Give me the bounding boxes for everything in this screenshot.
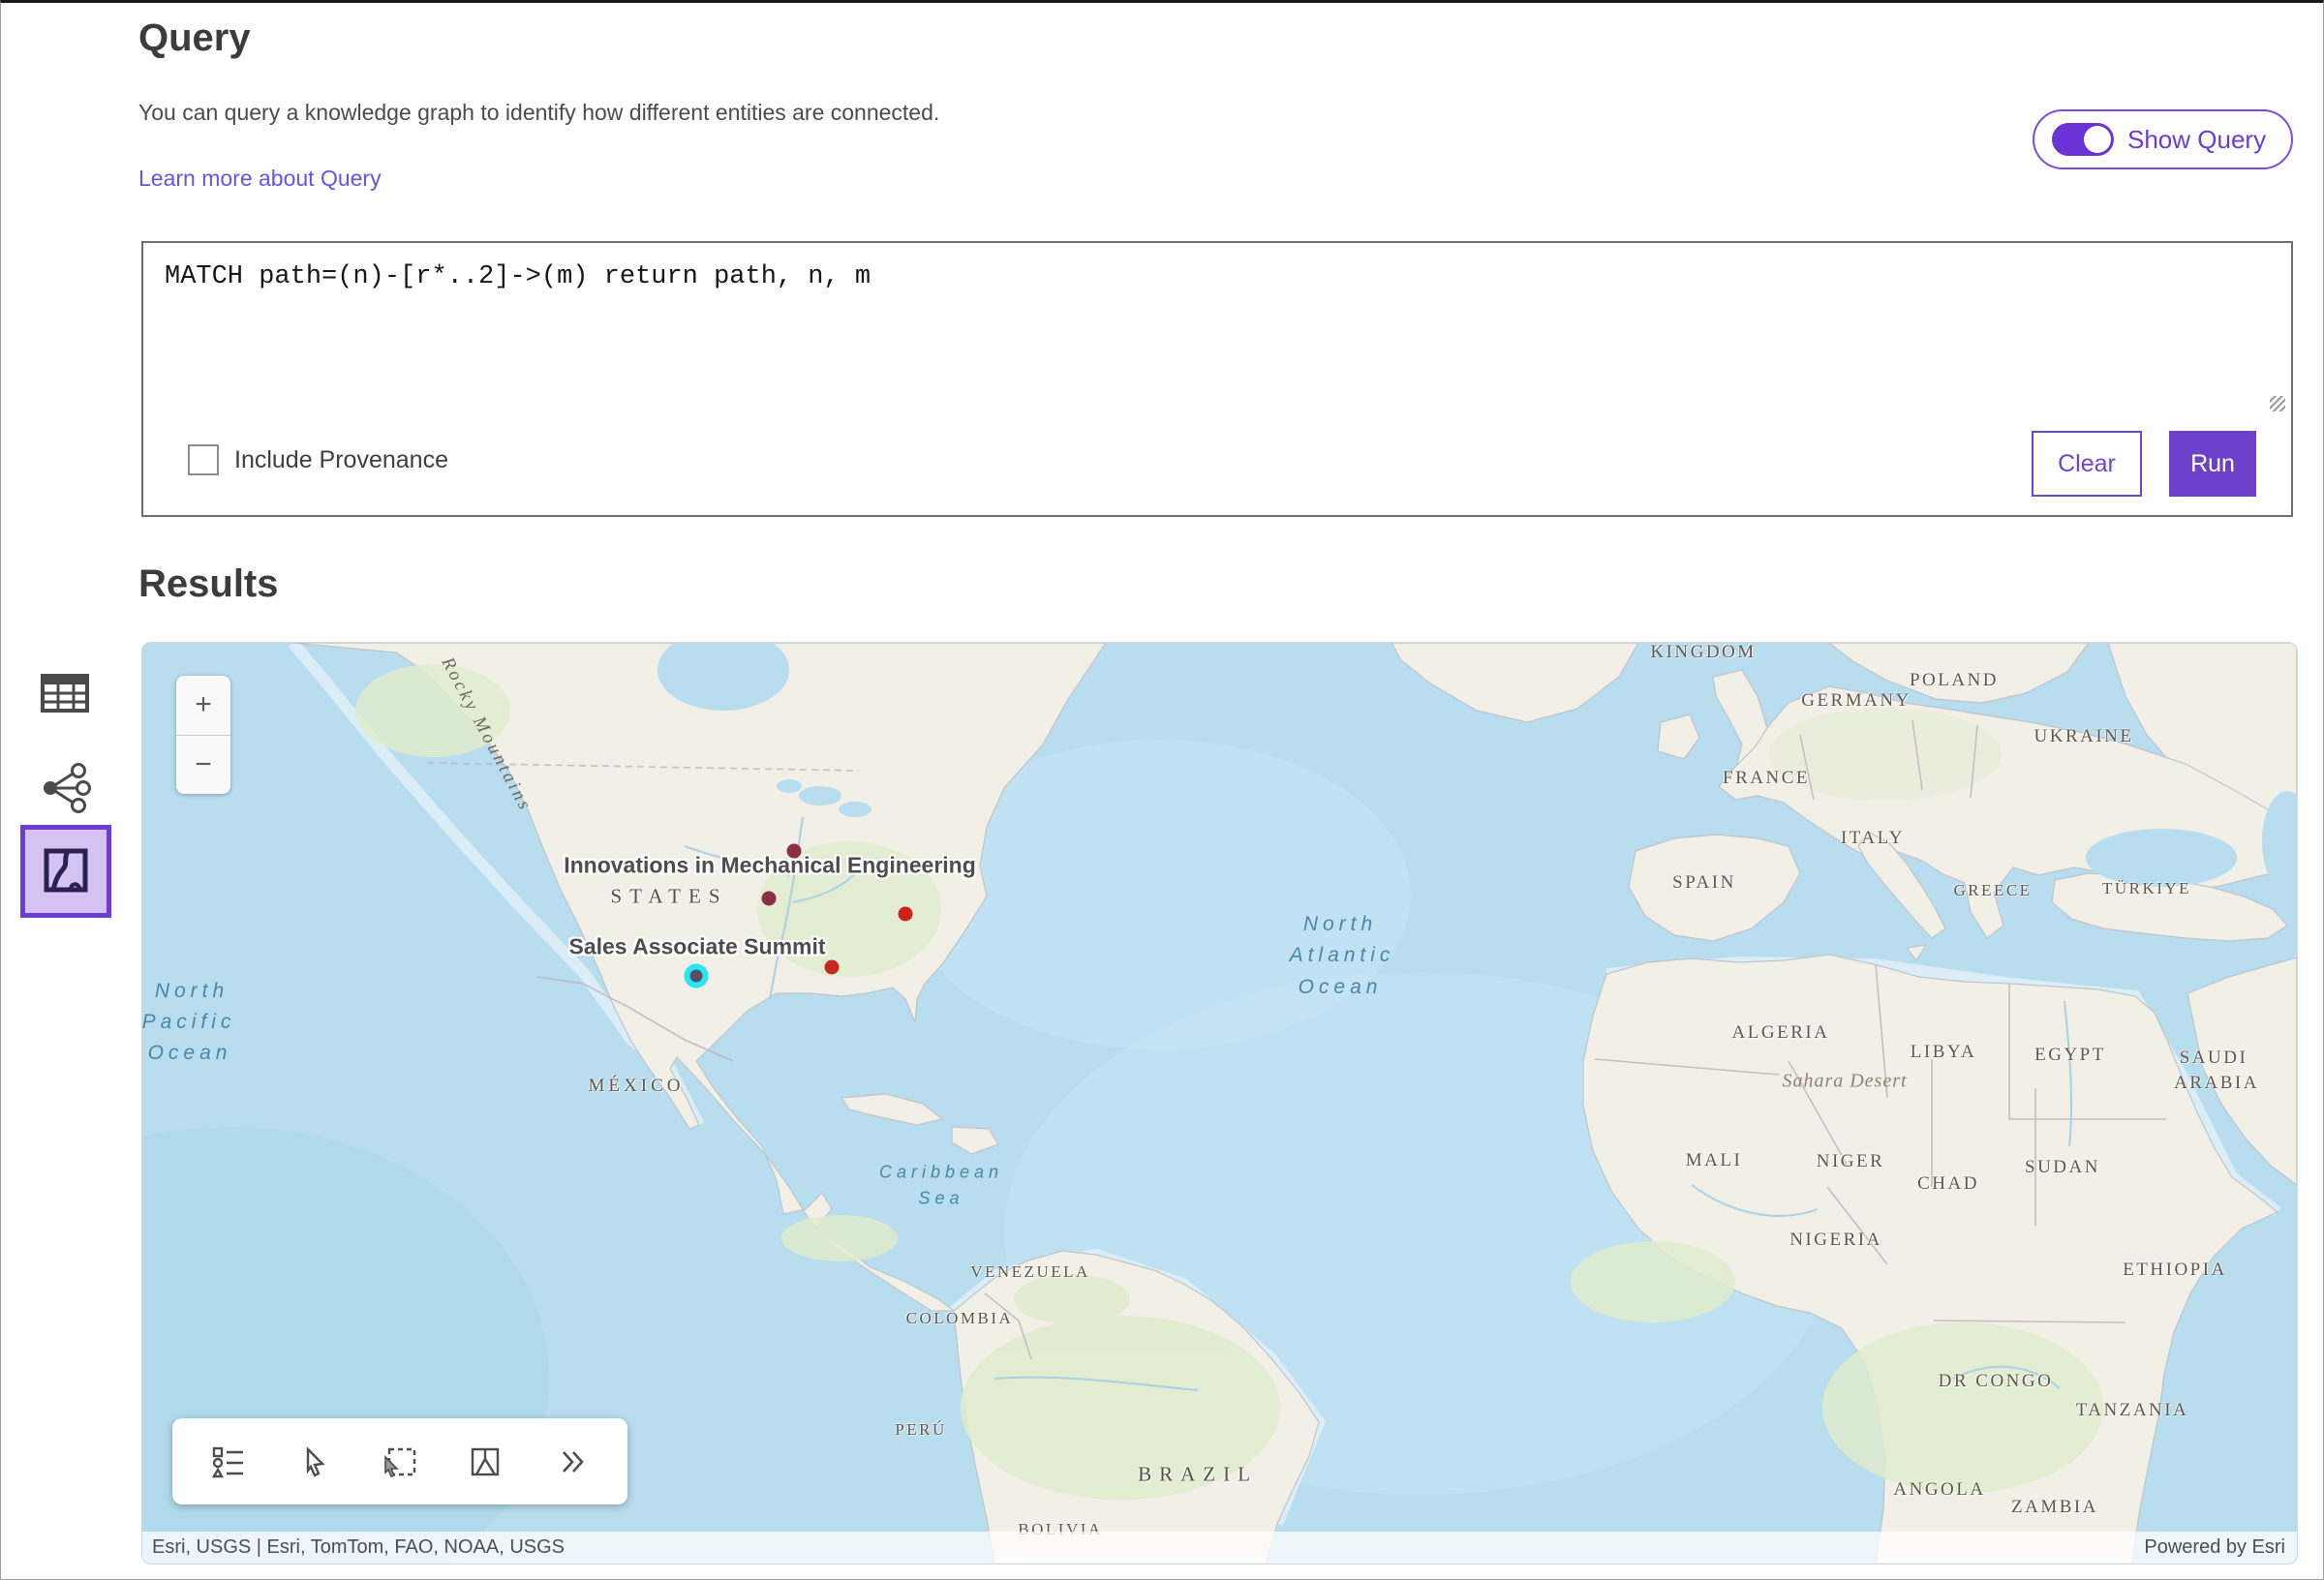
map-place-label: Atlantic: [1290, 944, 1395, 967]
zoom-out-button[interactable]: −: [176, 736, 230, 795]
map-place-label: POLAND: [1910, 670, 1999, 691]
pointer-icon[interactable]: [290, 1437, 340, 1487]
map-place-label: STATES: [611, 885, 728, 909]
link-chart-view-button[interactable]: [36, 760, 94, 818]
results-map[interactable]: Innovations in Mechanical Engineering Sal…: [141, 642, 2298, 1565]
resize-handle-icon[interactable]: [2270, 396, 2285, 411]
map-place-label: SUDAN: [2025, 1157, 2100, 1178]
map-marker-label: Sales Associate Summit: [568, 934, 825, 960]
attribution-sources: Esri, USGS | Esri, TomTom, FAO, NOAA, US…: [142, 1536, 565, 1559]
map-icon: [44, 848, 88, 896]
map-marker[interactable]: [825, 960, 840, 975]
query-editor: MATCH path=(n)-[r*..2]->(m) return path,…: [141, 241, 2293, 517]
map-attribution: Esri, USGS | Esri, TomTom, FAO, NOAA, US…: [142, 1532, 2297, 1564]
map-place-label: GERMANY: [1801, 690, 1911, 712]
map-place-label: GREECE: [1953, 881, 2032, 900]
map-place-label: ITALY: [1841, 828, 1905, 849]
map-place-label: ALGERIA: [1732, 1022, 1830, 1044]
map-place-label: ETHIOPIA: [2123, 1260, 2227, 1281]
map-place-label: COLOMBIA: [906, 1309, 1014, 1328]
map-place-label: SPAIN: [1672, 872, 1736, 894]
map-place-label: CHAD: [1917, 1173, 1979, 1195]
map-place-label: Pacific: [142, 1011, 236, 1034]
select-by-polygon-icon[interactable]: [460, 1437, 510, 1487]
select-by-rectangle-icon[interactable]: [375, 1437, 425, 1487]
show-query-toggle[interactable]: Show Query: [2033, 109, 2293, 169]
map-marker[interactable]: [762, 892, 777, 906]
map-marker[interactable]: [787, 844, 802, 859]
toggle-switch-icon[interactable]: [2052, 123, 2114, 156]
map-place-label: Ocean: [148, 1042, 232, 1065]
run-button[interactable]: Run: [2169, 431, 2256, 497]
show-query-label: Show Query: [2127, 125, 2266, 155]
map-place-label: KINGDOM: [1650, 642, 1756, 663]
map-place-label: LIBYA: [1911, 1042, 1976, 1063]
clear-button[interactable]: Clear: [2032, 431, 2142, 497]
map-place-label: Caribbean: [879, 1163, 1003, 1183]
results-title: Results: [138, 562, 279, 606]
attribution-esri: Powered by Esri: [2144, 1536, 2285, 1559]
map-place-label: ARABIA: [2174, 1073, 2259, 1094]
map-place-label: FRANCE: [1723, 768, 1810, 789]
map-place-label: BRAZIL: [1138, 1463, 1258, 1487]
map-place-label: ANGOLA: [1893, 1479, 1985, 1501]
table-icon: [40, 668, 90, 721]
map-place-label: VENEZUELA: [970, 1262, 1090, 1282]
map-place-label: Sea: [918, 1189, 963, 1209]
map-place-label: MALI: [1686, 1150, 1743, 1171]
map-place-label: PERÚ: [895, 1420, 946, 1440]
map-place-label: SAUDI: [2180, 1048, 2248, 1069]
page-description: You can query a knowledge graph to ident…: [138, 100, 939, 126]
zoom-in-button[interactable]: +: [176, 676, 230, 735]
map-place-label: Ocean: [1299, 976, 1383, 999]
map-place-label: North: [155, 980, 229, 1003]
include-provenance-checkbox[interactable]: [188, 444, 219, 475]
map-place-label: ZAMBIA: [2011, 1497, 2098, 1518]
include-provenance-label: Include Provenance: [234, 446, 448, 474]
map-marker-label: Innovations in Mechanical Engineering: [564, 853, 976, 879]
map-view-button[interactable]: [20, 825, 111, 918]
map-place-label: Sahara Desert: [1782, 1071, 1907, 1093]
page-title: Query: [138, 16, 251, 60]
query-input[interactable]: MATCH path=(n)-[r*..2]->(m) return path,…: [153, 251, 2287, 419]
map-toolbar: [172, 1418, 627, 1504]
map-place-label: EGYPT: [2034, 1045, 2106, 1066]
map-place-label: NIGER: [1817, 1151, 1885, 1172]
link-chart-icon: [39, 762, 91, 817]
map-place-label: Rocky Mountains: [437, 654, 536, 816]
map-place-label: TÜRKIYE: [2102, 879, 2191, 898]
table-view-button[interactable]: [36, 665, 94, 723]
map-place-label: NIGERIA: [1789, 1230, 1882, 1251]
map-place-label: TANZANIA: [2076, 1400, 2189, 1421]
map-marker-selected[interactable]: [690, 970, 703, 983]
map-place-label: MÉXICO: [589, 1076, 685, 1097]
map-marker[interactable]: [899, 907, 913, 922]
map-place-label: DR CONGO: [1939, 1371, 2054, 1392]
map-place-label: North: [1303, 913, 1377, 936]
map-place-label: UKRAINE: [2034, 726, 2134, 747]
expand-icon[interactable]: [546, 1437, 596, 1487]
learn-more-link[interactable]: Learn more about Query: [138, 166, 382, 192]
legend-icon[interactable]: [203, 1437, 254, 1487]
map-zoom-control: + −: [176, 676, 230, 794]
query-page: Query You can query a knowledge graph to…: [0, 0, 2324, 1580]
